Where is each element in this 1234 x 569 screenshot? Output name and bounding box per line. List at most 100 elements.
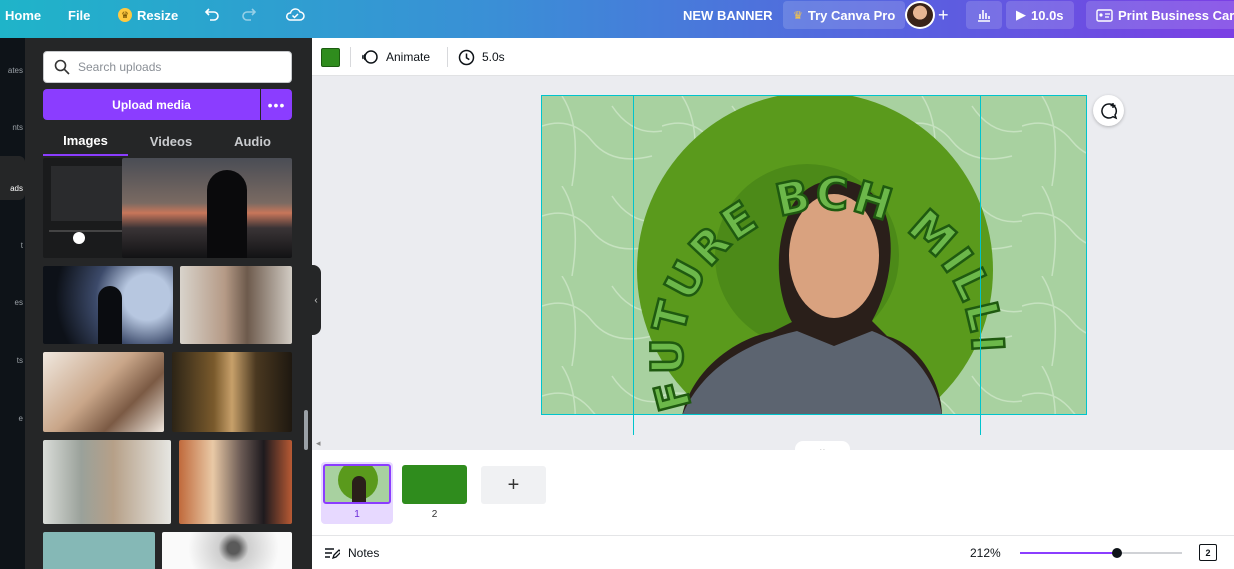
- add-icon: +: [938, 4, 949, 25]
- insights-button[interactable]: [966, 1, 1002, 29]
- page-1-preview: [323, 464, 391, 504]
- zoom-label: 212%: [970, 545, 1001, 560]
- page-2-preview[interactable]: [402, 465, 467, 504]
- tab-images[interactable]: Images: [43, 126, 128, 156]
- animate-label: Animate: [386, 50, 431, 64]
- silhouette-figure: [98, 286, 122, 344]
- preview-portrait: [352, 476, 366, 502]
- cloud-save-button[interactable]: [285, 0, 305, 30]
- play-icon: ▶: [1016, 7, 1026, 22]
- duration-label: 5.0s: [482, 50, 505, 64]
- bottom-bar: Notes 212% 2: [312, 535, 1234, 569]
- home-label: Home: [5, 7, 42, 23]
- undo-button[interactable]: [203, 0, 221, 30]
- cloud-check-icon: [286, 8, 305, 21]
- bar-chart-icon: [978, 10, 990, 22]
- notes-icon: [325, 547, 340, 559]
- top-bar: Home File ♛ Resize NEW BANNER ♛ Try Canv…: [0, 0, 1234, 38]
- crown-icon: ♛: [118, 8, 132, 22]
- file-menu-button[interactable]: File: [68, 0, 90, 30]
- rail-item-templates[interactable]: ates: [0, 66, 25, 80]
- page-number: 1: [321, 509, 393, 520]
- play-time: 10.0s: [1031, 7, 1064, 23]
- tab-videos[interactable]: Videos: [131, 126, 211, 156]
- add-comment-button[interactable]: [1093, 95, 1124, 126]
- page-number: 2: [431, 509, 438, 520]
- plus-icon: +: [507, 473, 520, 496]
- video-player-frame: [51, 166, 128, 221]
- design-title-text: NEW BANNER: [683, 7, 773, 23]
- upload-thumbnail[interactable]: [180, 266, 292, 344]
- editor-toolbar: Animate 5.0s: [312, 38, 1234, 76]
- resize-label: Resize: [137, 7, 179, 23]
- pages-strip: 1 2 +: [312, 450, 1234, 535]
- uploads-panel: Upload media ••• Images Videos Audio: [25, 38, 312, 569]
- progress-track: [49, 230, 129, 232]
- rail-item-text[interactable]: t: [0, 241, 25, 255]
- upload-media-button[interactable]: Upload media: [43, 89, 260, 120]
- rail-item-uploads[interactable]: ads: [0, 156, 25, 200]
- design-canvas[interactable]: FUTURE BCH MILLIONAIRE: [541, 95, 1087, 415]
- scroll-left-icon[interactable]: ◂: [316, 438, 321, 449]
- page-thumbnail-selected[interactable]: 1: [321, 462, 393, 524]
- undo-icon: [204, 8, 219, 21]
- animate-button[interactable]: Animate: [361, 38, 430, 76]
- zoom-slider-knob[interactable]: [1112, 548, 1123, 558]
- print-business-cards-button[interactable]: Print Business Cards: [1086, 1, 1234, 29]
- banner-artwork: FUTURE BCH MILLIONAIRE: [542, 96, 1086, 414]
- page-count-label: 2: [1205, 547, 1211, 558]
- toolbar-divider: [350, 47, 351, 67]
- page-count-button[interactable]: 2: [1199, 544, 1217, 561]
- redo-button[interactable]: [240, 0, 258, 30]
- notes-label: Notes: [348, 545, 380, 560]
- left-rail: ates nts ads t es ts e: [0, 38, 25, 569]
- color-swatch: [321, 47, 340, 67]
- zoom-value[interactable]: 212%: [970, 536, 1001, 569]
- search-box[interactable]: [43, 51, 292, 83]
- home-button[interactable]: Home: [5, 0, 41, 30]
- rail-item-elements[interactable]: nts: [0, 123, 25, 137]
- upload-media-label: Upload media: [112, 97, 191, 112]
- zoom-slider-track[interactable]: [1020, 548, 1182, 558]
- business-card-icon: [1096, 8, 1113, 22]
- alignment-guide: [633, 95, 634, 435]
- print-label: Print Business Cards: [1118, 7, 1234, 23]
- upload-thumbnail[interactable]: [43, 532, 155, 569]
- upload-thumbnail[interactable]: [43, 352, 164, 432]
- upload-thumbnail[interactable]: [162, 532, 292, 569]
- more-dots-icon: •••: [267, 96, 286, 113]
- clock-icon: [458, 49, 475, 65]
- rail-item-more[interactable]: e: [0, 414, 25, 428]
- upload-thumbnail[interactable]: [122, 158, 292, 258]
- resize-button[interactable]: ♛ Resize: [118, 0, 178, 30]
- try-canva-pro-button[interactable]: ♛ Try Canva Pro: [783, 1, 906, 29]
- color-button[interactable]: [321, 38, 340, 76]
- search-input[interactable]: [78, 60, 278, 74]
- avatar[interactable]: [905, 1, 935, 29]
- design-title[interactable]: NEW BANNER: [683, 0, 773, 30]
- upload-more-button[interactable]: •••: [261, 89, 292, 120]
- rail-item-projects[interactable]: ts: [0, 356, 25, 370]
- tab-audio[interactable]: Audio: [213, 126, 292, 156]
- crown-icon: ♛: [793, 9, 803, 22]
- media-tabs: Images Videos Audio: [43, 126, 292, 156]
- alignment-guide: [980, 95, 981, 435]
- present-button[interactable]: ▶ 10.0s: [1006, 1, 1074, 29]
- upload-thumbnail[interactable]: [179, 440, 292, 524]
- redo-icon: [242, 8, 257, 21]
- add-collaborator-button[interactable]: +: [938, 0, 949, 30]
- collapse-panel-button[interactable]: ‹: [311, 265, 321, 335]
- comment-add-icon: [1100, 102, 1117, 119]
- upload-thumbnail[interactable]: [43, 266, 173, 344]
- chevron-left-icon: ‹: [314, 294, 318, 306]
- silhouette-figure: [207, 170, 247, 258]
- upload-thumbnail[interactable]: [43, 440, 171, 524]
- add-page-button[interactable]: +: [481, 466, 546, 504]
- notes-button[interactable]: Notes: [324, 536, 379, 569]
- panel-scrollbar[interactable]: [304, 410, 308, 450]
- zoom-slider-fill: [1020, 552, 1118, 554]
- upload-thumbnail[interactable]: [172, 352, 292, 432]
- rail-item-styles[interactable]: es: [0, 298, 25, 312]
- file-label: File: [68, 7, 91, 23]
- duration-button[interactable]: 5.0s: [458, 38, 505, 76]
